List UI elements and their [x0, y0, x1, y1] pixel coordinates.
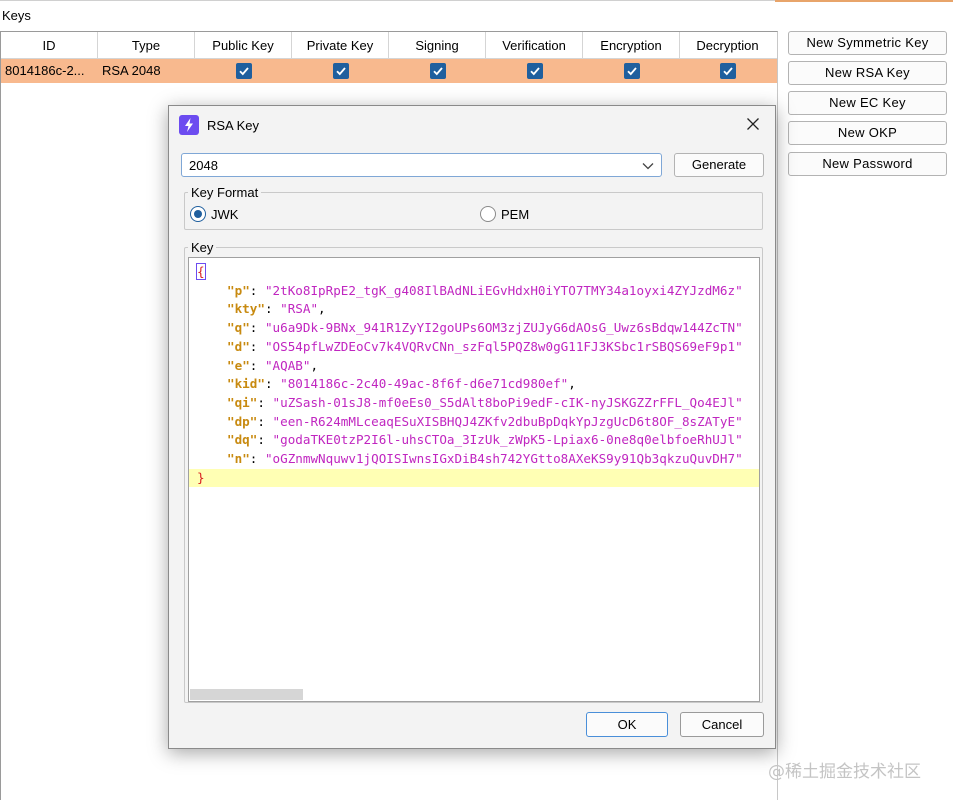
- pem-radio[interactable]: PEM: [480, 206, 529, 222]
- code-line: "p": "2tKo8IpRpE2_tgK_g408IlBAdNLiEGvHdx…: [227, 282, 743, 298]
- top-accent-divider: [775, 0, 953, 2]
- new-password-button[interactable]: New Password: [788, 152, 947, 176]
- column-header-encryption[interactable]: Encryption: [583, 32, 680, 58]
- dialog-title: RSA Key: [207, 118, 260, 133]
- keys-table-header: ID Type Public Key Private Key Signing V…: [1, 32, 777, 59]
- key-json-editor[interactable]: { "p": "2tKo8IpRpE2_tgK_g408IlBAdNLiEGvH…: [188, 257, 760, 702]
- column-header-decryption[interactable]: Decryption: [680, 32, 775, 58]
- decryption-checkbox[interactable]: [719, 63, 736, 79]
- new-ec-key-button[interactable]: New EC Key: [788, 91, 947, 115]
- pem-radio-label: PEM: [501, 206, 530, 222]
- key-format-group: Key Format: [184, 185, 763, 230]
- key-size-value: 2048: [189, 158, 218, 173]
- json-close-brace: }: [197, 469, 205, 485]
- column-header-type[interactable]: Type: [98, 32, 195, 58]
- horizontal-scrollbar[interactable]: [190, 689, 303, 700]
- radio-unselected-icon: [480, 206, 496, 222]
- code-line-open: {: [189, 263, 759, 282]
- cell-signing: [389, 59, 486, 83]
- new-rsa-key-button[interactable]: New RSA Key: [788, 61, 947, 85]
- ok-button[interactable]: OK: [586, 712, 668, 737]
- radio-selected-icon: [190, 206, 206, 222]
- column-header-signing[interactable]: Signing: [389, 32, 486, 58]
- keys-section-label: Keys: [2, 8, 31, 23]
- jwk-radio[interactable]: JWK: [190, 206, 238, 222]
- code-line: "dq": "godaTKE0tzP2I6l-uhsCTOa_3IzUk_zWp…: [227, 432, 743, 448]
- dialog-titlebar[interactable]: RSA Key: [169, 106, 775, 144]
- json-open-brace: {: [196, 263, 206, 280]
- chevron-down-icon: [641, 159, 655, 173]
- column-header-private-key[interactable]: Private Key: [292, 32, 389, 58]
- rsa-key-dialog: RSA Key 2048 Generate Key Format JWK PEM…: [168, 105, 776, 749]
- jwk-radio-label: JWK: [211, 206, 239, 222]
- new-okp-button[interactable]: New OKP: [788, 121, 947, 145]
- cell-public-key: [195, 59, 292, 83]
- private-key-checkbox[interactable]: [332, 63, 349, 79]
- watermark: @稀土掘金技术社区: [768, 762, 921, 782]
- public-key-checkbox[interactable]: [235, 63, 252, 79]
- code-line: "dp": "een-R624mMLceaqESuXISBHQJ4ZKfv2db…: [227, 413, 743, 429]
- code-line: "kty": "RSA",: [227, 301, 326, 317]
- key-format-label: Key Format: [191, 185, 259, 200]
- cell-verification: [486, 59, 583, 83]
- code-line: "n": "oGZnmwNquwv1jQOISIwnsIGxDiB4sh742Y…: [227, 451, 743, 466]
- cell-type: RSA 2048: [102, 63, 161, 78]
- code-line: "q": "u6a9Dk-9BNx_941R1ZyYI2goUPs6OM3zjZ…: [227, 320, 743, 336]
- cell-encryption: [583, 59, 680, 83]
- encryption-checkbox[interactable]: [623, 63, 640, 79]
- code-line-close: }: [189, 468, 759, 488]
- key-size-dropdown[interactable]: 2048: [181, 153, 662, 177]
- verification-checkbox[interactable]: [526, 63, 543, 79]
- column-header-verification[interactable]: Verification: [486, 32, 583, 58]
- key-label: Key: [191, 240, 214, 255]
- signing-checkbox[interactable]: [429, 63, 446, 79]
- new-symmetric-key-button[interactable]: New Symmetric Key: [788, 31, 947, 55]
- close-icon[interactable]: [743, 114, 763, 134]
- code-line: "e": "AQAB",: [227, 357, 319, 373]
- code-line: "kid": "8014186c-2c40-49ac-8f6f-d6e71cd9…: [227, 376, 576, 392]
- cancel-button[interactable]: Cancel: [680, 712, 764, 737]
- code-line: "d": "OS54pfLwZDEoCv7k4VQRvCNn_szFql5PQZ…: [227, 338, 743, 354]
- generate-button[interactable]: Generate: [674, 153, 764, 177]
- column-header-id[interactable]: ID: [1, 32, 98, 58]
- lightning-bolt-icon: [179, 115, 199, 135]
- cell-decryption: [680, 59, 775, 83]
- column-header-public-key[interactable]: Public Key: [195, 32, 292, 58]
- cell-private-key: [292, 59, 389, 83]
- cell-id: 8014186c-2...: [5, 63, 85, 78]
- table-row[interactable]: 8014186c-2... RSA 2048: [1, 59, 777, 83]
- top-divider: [0, 0, 775, 1]
- code-line: "qi": "uZSash-01sJ8-mf0eEs0_S5dAlt8boPi9…: [227, 394, 743, 410]
